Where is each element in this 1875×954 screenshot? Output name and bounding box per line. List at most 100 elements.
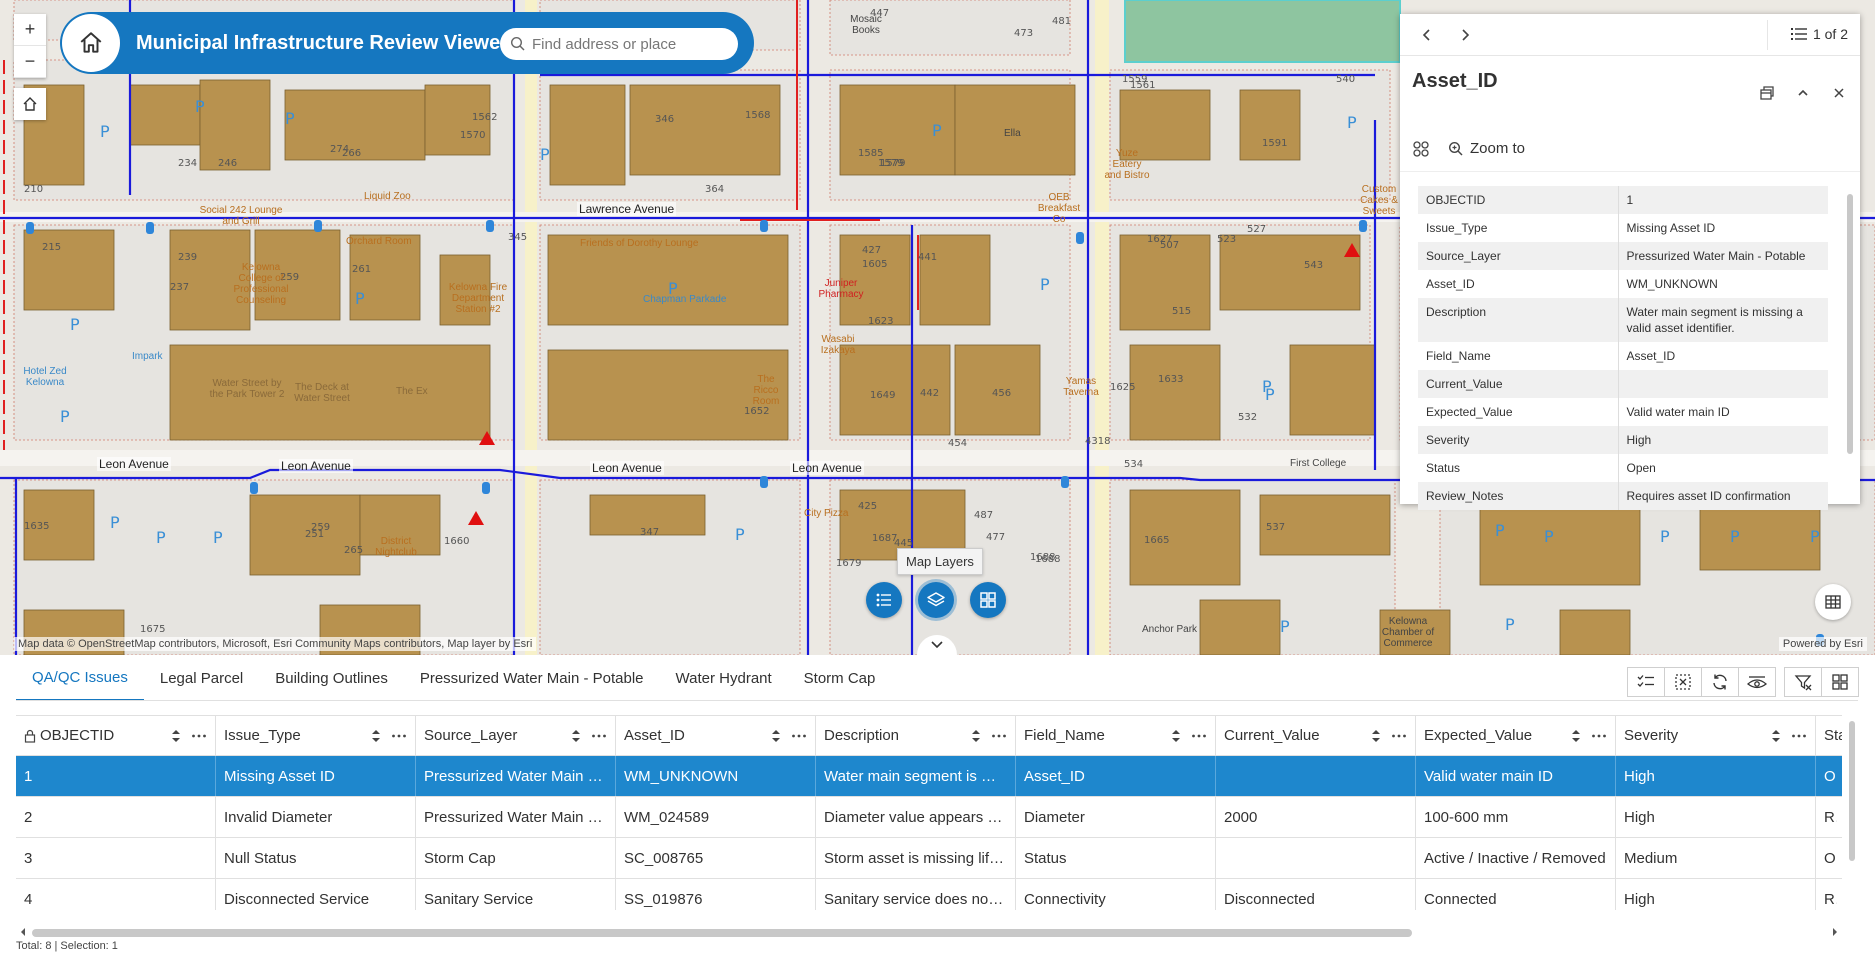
column-header[interactable]: Source_Layer [416,716,616,755]
table-cell[interactable]: Valid water main ID [1416,756,1616,796]
table-cell[interactable]: Sanitary Service [416,879,616,910]
sort-icon[interactable] [1771,729,1781,743]
table-cell[interactable]: SC_008765 [616,838,816,878]
tab-water-hydrant[interactable]: Water Hydrant [660,655,788,701]
table-cell[interactable]: Connected [1416,879,1616,910]
tab-qa-qc-issues[interactable]: QA/QC Issues [16,655,144,701]
table-cell[interactable]: Missing Asset ID [216,756,416,796]
table-cell[interactable]: 4 [16,879,216,910]
more-options-icon[interactable] [391,729,407,743]
sort-icon[interactable] [171,729,181,743]
table-cell[interactable]: Op [1816,838,1842,878]
table-cell[interactable]: 2000 [1216,797,1416,837]
table-cell[interactable]: Asset_ID [1016,756,1216,796]
powered-by-esri[interactable]: Powered by Esri [1778,637,1867,651]
table-cell[interactable]: 1 [16,756,216,796]
table-cell[interactable]: High [1616,756,1816,796]
table-cell[interactable]: Disconnected Service [216,879,416,910]
table-cell[interactable]: Pressurized Water Main - P... [416,756,616,796]
more-options-icon[interactable] [1191,729,1207,743]
table-row[interactable]: 3 Null Status Storm Cap SC_008765 Storm asse… [16,838,1842,879]
table-cell[interactable]: Water main segment is mi... [816,756,1016,796]
clear-selection-button[interactable] [1664,667,1702,697]
select-all-button[interactable] [1627,667,1665,697]
tab-building-outlines[interactable]: Building Outlines [259,655,404,701]
more-options-icon[interactable] [191,729,207,743]
tab-storm-cap[interactable]: Storm Cap [788,655,892,701]
default-extent-button[interactable] [14,88,46,120]
scroll-left-icon[interactable] [18,925,28,939]
table-cell[interactable]: Storm asset is missing life... [816,838,1016,878]
attribute-table-toggle[interactable] [1815,584,1851,620]
table-row[interactable]: 4 Disconnected Service Sanitary Service SS_… [16,879,1842,910]
table-cell[interactable]: Active / Inactive / Removed [1416,838,1616,878]
table-vertical-scrollbar[interactable] [1847,715,1857,915]
table-cell[interactable]: SS_019876 [616,879,816,910]
zoom-to-button[interactable]: Zoom to [1448,140,1525,157]
next-feature-button[interactable] [1450,20,1480,50]
table-cell[interactable]: Invalid Diameter [216,797,416,837]
refresh-button[interactable] [1701,667,1739,697]
table-cell[interactable]: Status [1016,838,1216,878]
app-home-button[interactable] [62,14,120,72]
table-cell[interactable]: Medium [1616,838,1816,878]
sort-icon[interactable] [1571,729,1581,743]
table-cell[interactable]: Sanitary service does not ... [816,879,1016,910]
more-actions-button[interactable] [1408,136,1434,162]
table-cell[interactable]: Diameter value appears o... [816,797,1016,837]
table-cell[interactable] [1216,756,1416,796]
column-header[interactable]: Expected_Value [1416,716,1616,755]
sort-icon[interactable] [1371,729,1381,743]
sort-icon[interactable] [371,729,381,743]
table-horizontal-scrollbar[interactable] [16,925,1842,939]
scroll-right-icon[interactable] [1830,925,1840,939]
map-layers-button[interactable] [918,582,954,618]
column-header[interactable]: Sta [1816,716,1842,755]
table-cell[interactable]: High [1616,879,1816,910]
close-popup-button[interactable] [1826,80,1852,106]
show-selected-button[interactable] [1738,667,1776,697]
column-header[interactable]: Current_Value [1216,716,1416,755]
tab-legal-parcel[interactable]: Legal Parcel [144,655,259,701]
zoom-in-button[interactable]: + [14,14,46,46]
more-options-icon[interactable] [991,729,1007,743]
table-row[interactable]: 1 Missing Asset ID Pressurized Water Main … [16,756,1842,797]
collapse-popup-button[interactable] [1790,80,1816,106]
search-input[interactable] [532,35,732,53]
scrollbar-thumb[interactable] [1847,194,1853,454]
table-cell[interactable]: Pressurized Water Main - P... [416,797,616,837]
table-cell[interactable]: WM_UNKNOWN [616,756,816,796]
sort-icon[interactable] [1171,729,1181,743]
table-cell[interactable]: 2 [16,797,216,837]
more-options-icon[interactable] [1791,729,1807,743]
tab-pressurized-water-main-potable[interactable]: Pressurized Water Main - Potable [404,655,660,701]
table-options-button[interactable] [1821,667,1859,697]
more-options-icon[interactable] [591,729,607,743]
column-header[interactable]: Asset_ID [616,716,816,755]
column-header[interactable]: Description [816,716,1016,755]
table-cell[interactable]: Disconnected [1216,879,1416,910]
popup-scrollbar[interactable] [1846,186,1854,516]
scrollbar-thumb[interactable] [32,929,1412,937]
table-cell[interactable]: Storm Cap [416,838,616,878]
map-view[interactable]: PPPPPPPPPPPPPPPPPPPPPPPPP346156836415621… [0,0,1875,655]
column-header[interactable]: OBJECTID [16,716,216,755]
table-cell[interactable]: 3 [16,838,216,878]
legend-button[interactable] [866,582,902,618]
sort-icon[interactable] [971,729,981,743]
feature-list-button[interactable]: 1 of 2 [1790,26,1848,42]
sort-icon[interactable] [771,729,781,743]
table-cell[interactable]: Rev [1816,879,1842,910]
scrollbar-thumb[interactable] [1849,721,1855,861]
basemap-gallery-button[interactable] [970,582,1006,618]
column-header[interactable]: Severity [1616,716,1816,755]
zoom-out-button[interactable]: − [14,46,46,78]
more-options-icon[interactable] [1391,729,1407,743]
column-header[interactable]: Issue_Type [216,716,416,755]
more-options-icon[interactable] [1591,729,1607,743]
column-header[interactable]: Field_Name [1016,716,1216,755]
table-cell[interactable]: Op [1816,756,1842,796]
table-cell[interactable] [1216,838,1416,878]
previous-feature-button[interactable] [1412,20,1442,50]
table-cell[interactable]: Diameter [1016,797,1216,837]
